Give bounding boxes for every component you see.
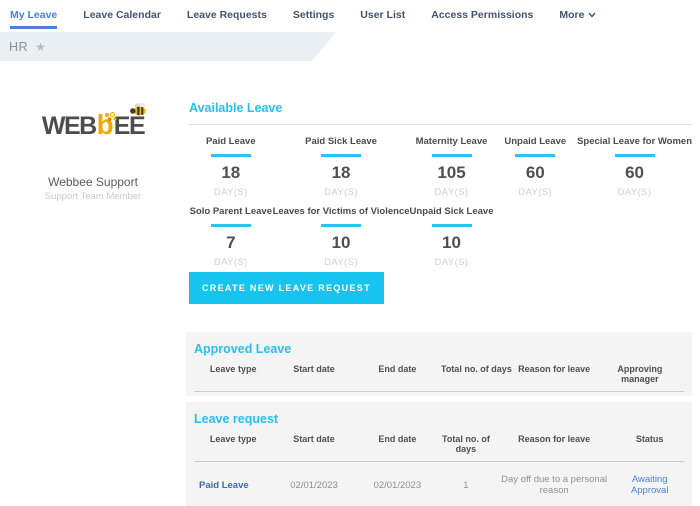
leave-days-unit: DAY(S) — [410, 257, 494, 268]
col-total-days: Total no. of days — [439, 432, 493, 462]
leave-days-value: 10 — [410, 233, 494, 253]
leave-card-paid-sick-leave: Paid Sick Leave 18 DAY(S) — [273, 136, 410, 198]
tab-my-leave[interactable]: My Leave — [10, 9, 57, 29]
cell-leave-type-link[interactable]: Paid Leave — [194, 462, 272, 505]
tab-user-list[interactable]: User List — [360, 9, 405, 29]
cell-end-date: 02/01/2023 — [356, 462, 439, 505]
accent-underline — [432, 154, 472, 157]
col-reason: Reason for leave — [512, 362, 595, 392]
leave-days-value: 60 — [493, 163, 577, 183]
accent-underline — [211, 224, 251, 227]
section-divider — [189, 124, 692, 125]
col-status: Status — [615, 432, 684, 462]
accent-underline — [321, 224, 361, 227]
logo-text-web: WEB — [42, 114, 96, 139]
chevron-down-icon — [588, 12, 596, 18]
cell-status-link[interactable]: Awaiting Approval — [615, 462, 684, 505]
leave-card-unpaid-leave: Unpaid Leave 60 DAY(S) — [493, 136, 577, 198]
accent-underline — [321, 154, 361, 157]
leave-type-label: Maternity Leave — [410, 136, 494, 147]
col-end-date: End date — [356, 362, 439, 392]
top-nav: My Leave Leave Calendar Leave Requests S… — [0, 0, 700, 32]
approved-leave-table: Leave type Start date End date Total no.… — [194, 362, 684, 392]
tab-more-label: More — [559, 9, 584, 21]
leave-type-label: Paid Sick Leave — [273, 136, 410, 147]
col-start-date: Start date — [272, 362, 355, 392]
leave-days-value: 60 — [577, 163, 692, 183]
leave-days-unit: DAY(S) — [189, 257, 273, 268]
bee-icon — [124, 102, 148, 117]
star-icon[interactable]: ★ — [35, 41, 46, 53]
col-total-days: Total no. of days — [439, 362, 513, 392]
tab-more[interactable]: More — [559, 9, 596, 29]
tab-settings[interactable]: Settings — [293, 9, 334, 29]
col-approving-manager: Approving manager — [596, 362, 684, 392]
leave-days-unit: DAY(S) — [189, 187, 273, 198]
app-window: My Leave Leave Calendar Leave Requests S… — [0, 0, 700, 482]
available-leave-title: Available Leave — [189, 101, 692, 115]
col-start-date: Start date — [272, 432, 355, 462]
leave-days-unit: DAY(S) — [273, 187, 410, 198]
hr-banner: HR ★ — [0, 32, 700, 61]
leave-type-label: Special Leave for Women — [577, 136, 692, 147]
tab-leave-calendar[interactable]: Leave Calendar — [83, 9, 161, 29]
leave-days-unit: DAY(S) — [273, 257, 410, 268]
leave-type-label: Unpaid Leave — [493, 136, 577, 147]
leave-card-victims-of-violence: Leaves for Victims of Violence 10 DAY(S) — [273, 206, 410, 268]
leave-request-title: Leave request — [194, 412, 684, 426]
accent-underline — [432, 224, 472, 227]
col-reason: Reason for leave — [493, 432, 616, 462]
leave-card-special-leave-women: Special Leave for Women 60 DAY(S) — [577, 136, 692, 198]
leave-card-unpaid-sick-leave: Unpaid Sick Leave 10 DAY(S) — [410, 206, 494, 268]
leave-type-label: Solo Parent Leave — [189, 206, 273, 217]
col-leave-type: Leave type — [194, 362, 272, 392]
leave-type-label: Unpaid Sick Leave — [410, 206, 494, 217]
user-name: Webbee Support — [0, 175, 186, 189]
cell-reason: Day off due to a personal reason — [493, 462, 616, 505]
leave-days-value: 7 — [189, 233, 273, 253]
table-header-row: Leave type Start date End date Total no.… — [194, 432, 684, 462]
tab-access-permissions[interactable]: Access Permissions — [431, 9, 533, 29]
sidebar: WEBbEE Webbee Support Support Team Membe… — [0, 61, 186, 482]
leave-type-label: Paid Leave — [189, 136, 273, 147]
leave-days-value: 10 — [273, 233, 410, 253]
leave-type-label: Leaves for Victims of Violence — [273, 206, 410, 217]
leave-days-unit: DAY(S) — [410, 187, 494, 198]
create-leave-request-button[interactable]: CREATE NEW LEAVE REQUEST — [189, 272, 384, 304]
leave-days-value: 18 — [273, 163, 410, 183]
leave-request-table: Leave type Start date End date Total no.… — [194, 432, 684, 504]
approved-leave-section: Approved Leave Leave type Start date End… — [186, 332, 692, 396]
accent-underline — [515, 154, 555, 157]
leave-card-paid-leave: Paid Leave 18 DAY(S) — [189, 136, 273, 198]
leave-days-unit: DAY(S) — [577, 187, 692, 198]
leave-card-solo-parent-leave: Solo Parent Leave 7 DAY(S) — [189, 206, 273, 268]
approved-leave-title: Approved Leave — [194, 342, 684, 356]
tab-leave-requests[interactable]: Leave Requests — [187, 9, 267, 29]
cell-total-days: 1 — [439, 462, 493, 505]
leave-days-value: 105 — [410, 163, 494, 183]
main-content: Available Leave Paid Leave 18 DAY(S) Pai… — [186, 61, 700, 482]
leave-days-unit: DAY(S) — [493, 187, 577, 198]
leave-cards-grid: Paid Leave 18 DAY(S) Paid Sick Leave 18 … — [189, 136, 692, 268]
available-leave-section: Available Leave Paid Leave 18 DAY(S) Pai… — [186, 101, 692, 304]
accent-underline — [211, 154, 251, 157]
leave-days-value: 18 — [189, 163, 273, 183]
page-title: HR — [9, 40, 28, 54]
user-info: Webbee Support Support Team Member — [0, 175, 186, 202]
col-leave-type: Leave type — [194, 432, 272, 462]
col-end-date: End date — [356, 432, 439, 462]
content-layout: WEBbEE Webbee Support Support Team Membe… — [0, 61, 700, 482]
honeycomb-icon — [104, 112, 120, 122]
table-header-row: Leave type Start date End date Total no.… — [194, 362, 684, 392]
accent-underline — [615, 154, 655, 157]
leave-card-maternity-leave: Maternity Leave 105 DAY(S) — [410, 136, 494, 198]
cell-start-date: 02/01/2023 — [272, 462, 355, 505]
table-row: Paid Leave 02/01/2023 02/01/2023 1 Day o… — [194, 462, 684, 505]
user-role: Support Team Member — [0, 191, 186, 202]
webbee-logo: WEBbEE — [42, 111, 144, 139]
leave-request-section: Leave request Leave type Start date End … — [186, 402, 692, 506]
